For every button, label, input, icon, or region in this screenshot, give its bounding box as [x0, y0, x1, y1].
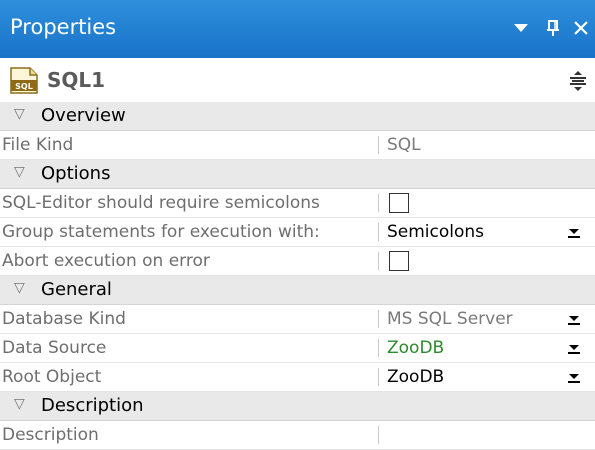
close-icon[interactable]	[570, 14, 592, 40]
column-divider[interactable]	[378, 339, 379, 357]
section-label: General	[41, 279, 112, 300]
collapse-triangle-icon[interactable]: ▽	[14, 280, 25, 296]
column-divider[interactable]	[378, 223, 379, 241]
panel-title: Properties	[10, 15, 117, 39]
pin-icon[interactable]	[542, 14, 564, 40]
property-row[interactable]: Group statements for execution with: Semi…	[0, 218, 595, 247]
object-name: SQL1	[47, 68, 106, 92]
property-row[interactable]: Description	[0, 421, 595, 450]
section-label: Overview	[41, 105, 126, 126]
section-label: Description	[41, 395, 144, 416]
property-name: Abort execution on error	[2, 251, 210, 271]
svg-text:SQL: SQL	[15, 82, 33, 91]
property-row[interactable]: Data Source ZooDB	[0, 334, 595, 363]
property-value[interactable]: Semicolons	[387, 220, 484, 244]
dropdown-arrow-icon[interactable]	[563, 310, 585, 328]
property-name: Group statements for execution with:	[2, 222, 320, 242]
dropdown-arrow-icon[interactable]	[563, 339, 585, 357]
collapse-triangle-icon[interactable]: ▽	[14, 396, 25, 412]
column-divider[interactable]	[378, 252, 379, 270]
collapse-triangle-icon[interactable]: ▽	[14, 106, 25, 122]
property-row[interactable]: Abort execution on error	[0, 247, 595, 276]
dropdown-arrow-icon[interactable]	[563, 223, 585, 241]
property-name: Data Source	[2, 338, 107, 358]
column-divider[interactable]	[378, 426, 379, 444]
property-row[interactable]: Root Object ZooDB	[0, 363, 595, 392]
property-grid: ▽ Overview File Kind SQL ▽ Options SQL-Editor …	[0, 102, 595, 450]
object-header: SQL SQL1	[0, 58, 595, 102]
property-name: Root Object	[2, 367, 102, 387]
property-row[interactable]: SQL-Editor should require semicolons	[0, 189, 595, 218]
column-divider[interactable]	[378, 368, 379, 386]
property-value: SQL	[387, 135, 421, 155]
column-divider[interactable]	[378, 194, 379, 212]
property-name: SQL-Editor should require semicolons	[2, 193, 320, 213]
column-divider[interactable]	[378, 310, 379, 328]
property-name: File Kind	[2, 135, 74, 155]
title-bar: Properties	[0, 0, 595, 58]
property-value[interactable]: ZooDB	[387, 365, 444, 389]
property-name: Description	[2, 425, 99, 445]
column-divider[interactable]	[378, 136, 379, 154]
property-name: Database Kind	[2, 309, 126, 329]
categorize-icon[interactable]	[568, 70, 588, 92]
properties-panel: Properties SQL SQL1 ▽ Overview File Kind…	[0, 0, 595, 450]
section-header-overview[interactable]: ▽ Overview	[0, 102, 595, 131]
property-checkbox[interactable]	[389, 251, 409, 271]
section-label: Options	[41, 163, 111, 184]
property-value[interactable]: MS SQL Server	[387, 307, 513, 331]
property-row[interactable]: Database Kind MS SQL Server	[0, 305, 595, 334]
property-value[interactable]: ZooDB	[387, 336, 444, 360]
collapse-triangle-icon[interactable]: ▽	[14, 164, 25, 180]
property-row[interactable]: File Kind SQL	[0, 131, 595, 160]
dropdown-arrow-icon[interactable]	[563, 368, 585, 386]
section-header-general[interactable]: ▽ General	[0, 276, 595, 305]
sql-file-icon: SQL	[8, 65, 40, 95]
section-header-description[interactable]: ▽ Description	[0, 392, 595, 421]
triangle-down-icon[interactable]	[510, 14, 532, 40]
property-checkbox[interactable]	[389, 193, 409, 213]
section-header-options[interactable]: ▽ Options	[0, 160, 595, 189]
